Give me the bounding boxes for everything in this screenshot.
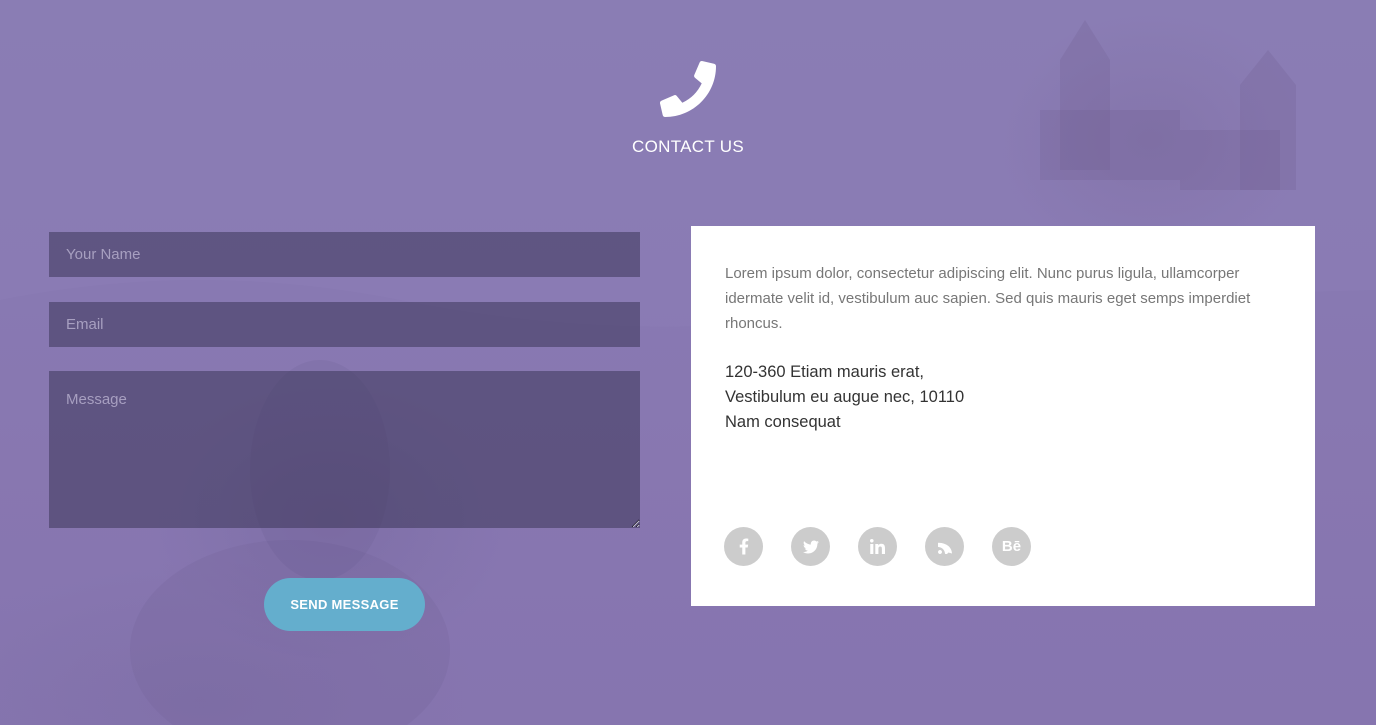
- address-block: 120-360 Etiam mauris erat, Vestibulum eu…: [725, 360, 1282, 435]
- behance-link[interactable]: Bē: [992, 527, 1031, 566]
- twitter-link[interactable]: [791, 527, 830, 566]
- contact-info-card: Lorem ipsum dolor, consectetur adipiscin…: [691, 226, 1315, 606]
- address-line: Nam consequat: [725, 413, 841, 431]
- facebook-link[interactable]: [724, 527, 763, 566]
- behance-icon: Bē: [1001, 538, 1022, 555]
- linkedin-icon: [870, 539, 885, 554]
- info-description: Lorem ipsum dolor, consectetur adipiscin…: [725, 265, 1251, 332]
- address-line: Vestibulum eu augue nec, 10110: [725, 388, 965, 406]
- contact-form: SEND MESSAGE: [49, 232, 640, 631]
- phone-icon: [660, 60, 716, 118]
- address-line: 120-360 Etiam mauris erat,: [725, 363, 925, 381]
- rss-link[interactable]: [925, 527, 964, 566]
- message-textarea[interactable]: [49, 371, 640, 528]
- send-message-button[interactable]: SEND MESSAGE: [264, 578, 425, 631]
- name-input[interactable]: [49, 232, 640, 277]
- social-links: Bē: [724, 527, 1031, 566]
- rss-icon: [937, 540, 952, 554]
- email-input[interactable]: [49, 302, 640, 347]
- contact-header: CONTACT US: [0, 60, 1376, 157]
- twitter-icon: [802, 540, 819, 554]
- page-title: CONTACT US: [632, 137, 744, 156]
- facebook-icon: [739, 538, 749, 555]
- linkedin-link[interactable]: [858, 527, 897, 566]
